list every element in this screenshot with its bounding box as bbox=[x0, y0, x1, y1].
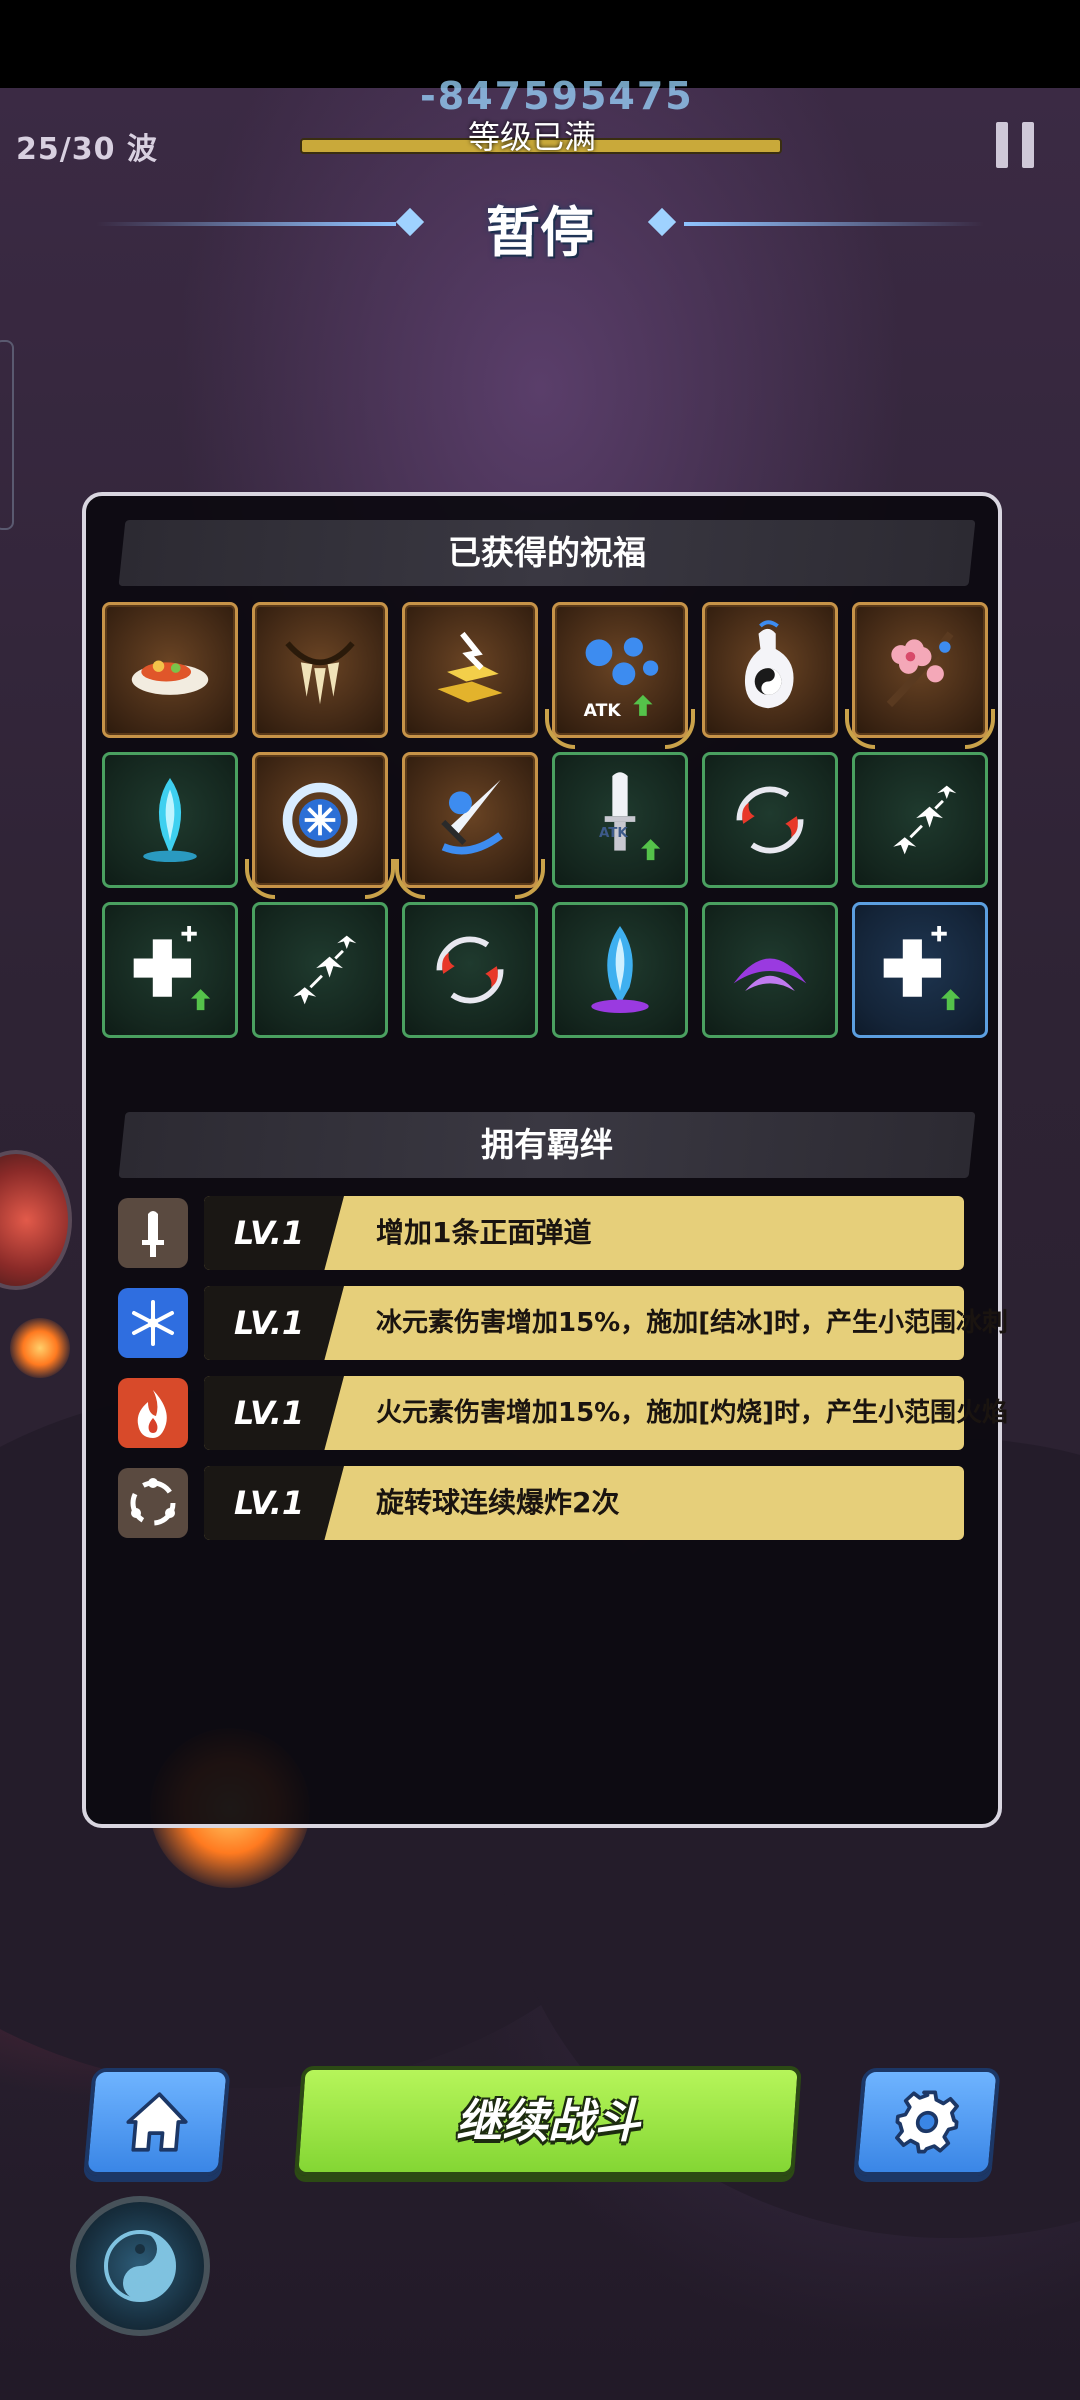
bond-row[interactable]: LV.1 火元素伤害增加15%，施加[灼烧]时，产生小范围火焰 bbox=[118, 1376, 1008, 1450]
gear-icon bbox=[895, 2090, 959, 2154]
heal-plus-up-icon bbox=[883, 926, 961, 1011]
bond-row[interactable]: LV.1 冰元素伤害增加15%，施加[结冰]时，产生小范围冰刺 bbox=[118, 1286, 1008, 1360]
bond-icon-frame bbox=[118, 1378, 188, 1448]
blessing-slot[interactable] bbox=[102, 602, 238, 738]
blessing-slot[interactable] bbox=[702, 602, 838, 738]
level-status: 等级已满 bbox=[468, 118, 597, 156]
home-icon bbox=[126, 2092, 188, 2152]
title-divider-left bbox=[96, 222, 396, 226]
svg-text:ATK: ATK bbox=[584, 701, 622, 721]
blessing-slot[interactable] bbox=[852, 902, 988, 1038]
fang-necklace-icon bbox=[285, 641, 355, 705]
laurel-right-icon bbox=[515, 859, 545, 899]
bond-row[interactable]: LV.1 增加1条正面弹道 bbox=[118, 1196, 978, 1270]
laurel-right-icon bbox=[665, 709, 695, 749]
gold-bars-icon bbox=[437, 631, 503, 703]
blessing-slot[interactable] bbox=[402, 902, 538, 1038]
continue-battle-label[interactable]: 继续战斗 bbox=[298, 2066, 798, 2176]
bond-icon-frame bbox=[118, 1288, 188, 1358]
bond-description: 增加1条正面弹道 bbox=[376, 1216, 592, 1249]
fire-ember bbox=[10, 1318, 70, 1378]
bond-level: LV.1 bbox=[234, 1214, 305, 1252]
laurel-left-icon bbox=[245, 859, 275, 899]
home-button[interactable] bbox=[83, 2068, 231, 2176]
yin-yang-vase-icon bbox=[744, 620, 794, 709]
bond-description: 旋转球连续爆炸2次 bbox=[376, 1486, 620, 1519]
dagger-atk-up-icon: ATK bbox=[599, 772, 661, 861]
blessing-slot[interactable]: ATK bbox=[545, 602, 695, 749]
bond-description: 冰元素伤害增加15%，施加[结冰]时，产生小范围冰刺 bbox=[376, 1308, 1008, 1338]
pause-button[interactable] bbox=[996, 122, 1036, 168]
page-title: 暂停 bbox=[486, 201, 594, 264]
blessing-slot[interactable] bbox=[702, 752, 838, 888]
bond-level: LV.1 bbox=[234, 1484, 305, 1522]
blessing-slot[interactable]: ATK bbox=[552, 752, 688, 888]
laurel-right-icon bbox=[365, 859, 395, 899]
laurel-left-icon bbox=[845, 709, 875, 749]
ice-spike-icon bbox=[143, 777, 197, 863]
bond-level: LV.1 bbox=[234, 1304, 305, 1342]
violet-crescent-icon bbox=[733, 958, 807, 992]
laurel-left-icon bbox=[545, 709, 575, 749]
heal-plus-up-icon bbox=[133, 926, 211, 1011]
yin-yang-icon bbox=[104, 2230, 176, 2302]
wave-counter: 25/30 波 bbox=[16, 132, 158, 167]
blessing-slot[interactable] bbox=[102, 752, 238, 888]
laurel-right-icon bbox=[965, 709, 995, 749]
side-drawer-handle[interactable] bbox=[0, 340, 14, 530]
blessing-slot[interactable] bbox=[402, 602, 538, 738]
blessing-slot[interactable] bbox=[102, 902, 238, 1038]
blessing-slot[interactable] bbox=[845, 602, 995, 749]
blessing-slot[interactable] bbox=[395, 752, 545, 899]
bond-description: 火元素伤害增加15%，施加[灼烧]时，产生小范围火焰 bbox=[376, 1398, 1008, 1428]
blessing-slot[interactable] bbox=[245, 752, 395, 899]
fire-orbit-ring-icon bbox=[436, 936, 504, 1004]
bird-flock-icon bbox=[893, 785, 957, 855]
blessing-slot[interactable] bbox=[552, 902, 688, 1038]
bond-level: LV.1 bbox=[234, 1394, 305, 1432]
blessing-slot[interactable] bbox=[252, 902, 388, 1038]
svg-text:ATK: ATK bbox=[599, 826, 628, 841]
settings-button[interactable] bbox=[853, 2068, 1001, 2176]
blessing-slot[interactable] bbox=[852, 752, 988, 888]
ice-bond-icon bbox=[132, 1300, 174, 1346]
blessing-slot[interactable] bbox=[702, 902, 838, 1038]
fire-orbit-ring-icon bbox=[736, 786, 804, 854]
orbit-bond-icon bbox=[130, 1478, 176, 1526]
sword-bond-icon bbox=[142, 1211, 164, 1257]
pause-icon bbox=[1022, 122, 1034, 168]
blessings-header: 已获得的祝福 bbox=[448, 533, 646, 572]
title-divider-right bbox=[684, 222, 984, 226]
violet-spike-icon bbox=[591, 926, 649, 1014]
pause-panel: 已获得的祝福 ATK ATK 拥有羁绊 LV.1 增加1条正面弹道 LV.1 冰元素伤害… bbox=[82, 492, 1008, 1828]
spicy-dish-icon bbox=[131, 660, 209, 695]
bonds-header: 拥有羁绊 bbox=[481, 1125, 613, 1164]
bond-icon-frame bbox=[118, 1198, 188, 1268]
laurel-left-icon bbox=[395, 859, 425, 899]
fire-bond-icon bbox=[137, 1390, 167, 1438]
blessing-slot[interactable] bbox=[252, 602, 388, 738]
pause-icon bbox=[996, 122, 1008, 168]
bird-flock-icon bbox=[293, 935, 357, 1005]
bond-row[interactable]: LV.1 旋转球连续爆炸2次 bbox=[118, 1466, 978, 1540]
bond-icon-frame bbox=[118, 1468, 188, 1538]
yin-yang-skill-orb[interactable] bbox=[70, 2196, 210, 2336]
